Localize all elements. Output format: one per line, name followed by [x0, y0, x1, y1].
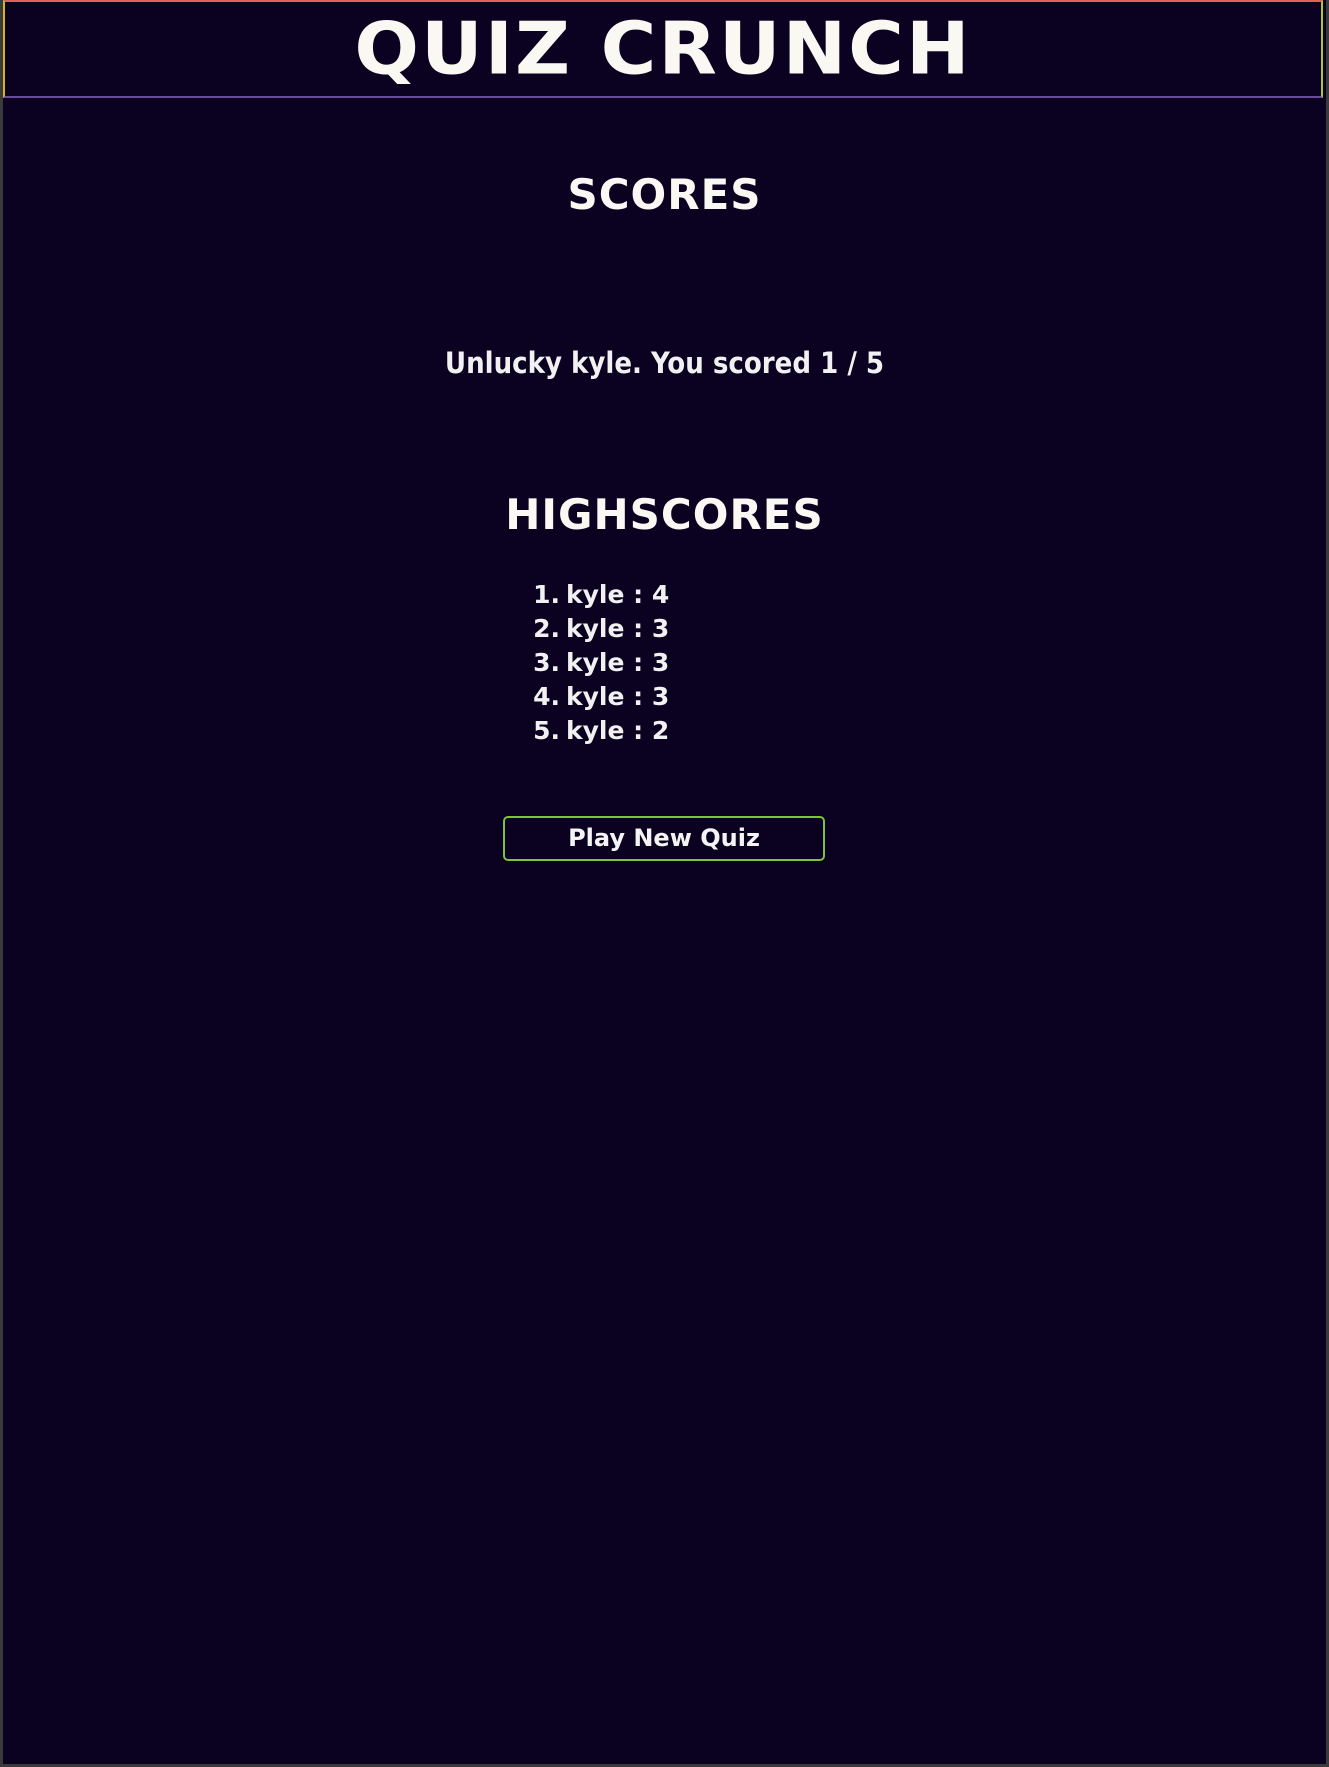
highscore-rank: 3. — [533, 648, 560, 677]
highscore-entry: kyle : 2 — [566, 716, 670, 745]
highscore-item: 5. kyle : 2 — [520, 714, 669, 748]
site-header: QUIZ CRUNCH — [3, 0, 1323, 98]
highscore-rank: 2. — [533, 614, 560, 643]
play-new-quiz-button[interactable]: Play New Quiz — [503, 816, 825, 861]
highscore-item: 2. kyle : 3 — [520, 612, 669, 646]
highscore-rank: 5. — [533, 716, 560, 745]
highscore-item: 1. kyle : 4 — [520, 578, 669, 612]
score-result-message: Unlucky kyle. You scored 1 / 5 — [444, 346, 885, 380]
app-title: QUIZ CRUNCH — [354, 6, 972, 91]
highscore-entry: kyle : 3 — [566, 614, 670, 643]
scores-heading: SCORES — [567, 170, 762, 219]
highscore-item: 4. kyle : 3 — [520, 680, 669, 714]
highscore-entry: kyle : 3 — [566, 682, 670, 711]
highscore-entry: kyle : 3 — [566, 648, 670, 677]
highscores-heading: HIGHSCORES — [505, 490, 824, 539]
highscore-entry: kyle : 4 — [566, 580, 670, 609]
page-frame — [0, 0, 1329, 1767]
highscore-item: 3. kyle : 3 — [520, 646, 669, 680]
highscore-list: 1. kyle : 4 2. kyle : 3 3. kyle : 3 4. kyle … — [520, 578, 669, 748]
highscore-rank: 4. — [533, 682, 560, 711]
highscore-rank: 1. — [533, 580, 560, 609]
